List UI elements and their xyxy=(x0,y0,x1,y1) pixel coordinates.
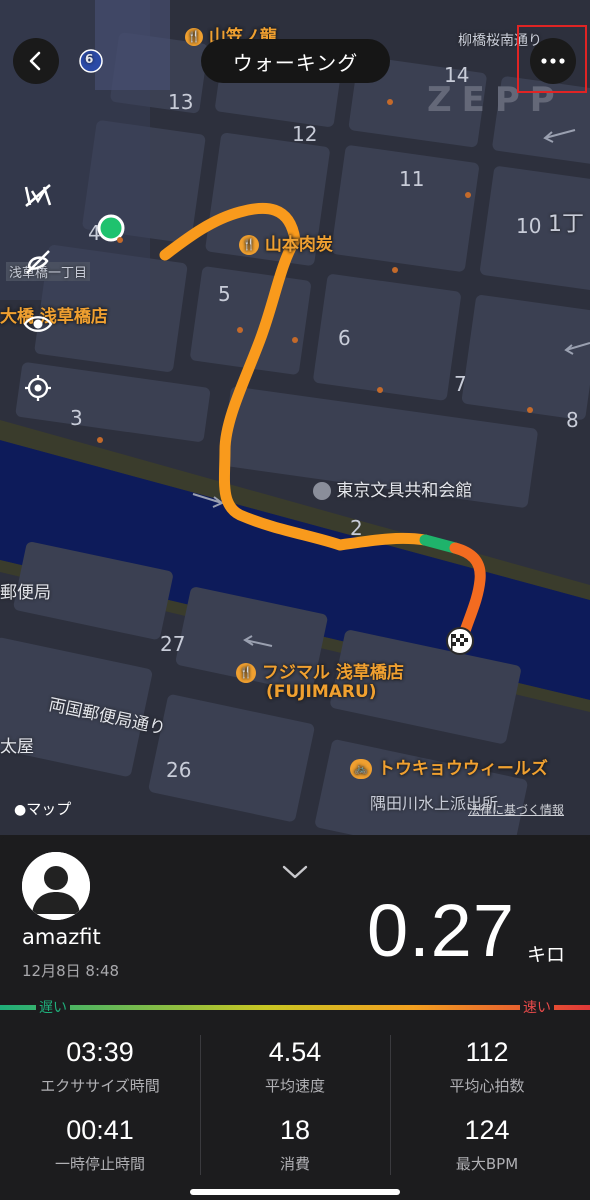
hide-route-icon xyxy=(26,250,50,274)
poi-label: フジマル 浅草橋店 xyxy=(261,663,404,683)
poi-label: 東京文具共和会館 xyxy=(336,481,473,501)
area-label: 1丁 xyxy=(548,212,584,237)
route-map[interactable]: 6 13 12 11 14 10 4 5 6 7 8 3 2 27 26 🍴 山… xyxy=(0,0,590,835)
poi-label: 山本肉炭 xyxy=(264,235,333,255)
stat-label: 最大BPM xyxy=(455,1155,519,1173)
stat-value: 18 xyxy=(279,1115,311,1145)
fast-label: 速い xyxy=(520,997,554,1017)
workout-datetime: 12月8日 8:48 xyxy=(22,962,120,980)
locate-icon xyxy=(25,375,51,401)
poi-taiya[interactable]: 太屋 xyxy=(0,732,34,757)
distance-value: 0.27 xyxy=(366,889,515,972)
locate-button[interactable] xyxy=(16,366,60,410)
bicycle-icon: 🚲 xyxy=(350,759,372,779)
stat-avg-speed: 4.54 平均速度 xyxy=(200,1037,390,1096)
map-style-off-icon xyxy=(24,184,52,207)
poi-post-office[interactable]: 郵便局 xyxy=(0,578,51,603)
stat-calories: 18 消費 xyxy=(200,1115,390,1174)
stat-value: 00:41 xyxy=(66,1115,134,1145)
poi-fujimaru-en: (FUJIMARU) xyxy=(266,682,377,702)
stat-max-bpm: 124 最大BPM xyxy=(392,1115,582,1174)
stat-avg-heart-rate: 112 平均心拍数 xyxy=(392,1037,582,1096)
poi-yakiniku[interactable]: 🍴 山本肉炭 xyxy=(239,230,333,255)
poi-tokyo-wheels[interactable]: 🚲 トウキョウウィールズ xyxy=(350,754,548,779)
block-number: 12 xyxy=(292,122,318,146)
route-visibility-toggle[interactable] xyxy=(16,240,60,284)
building-icon xyxy=(313,482,331,500)
block-number: 4 xyxy=(88,221,101,245)
block-number: 27 xyxy=(160,632,186,656)
poi-fujimaru[interactable]: 🍴 フジマル 浅草橋店 xyxy=(236,658,404,683)
divider xyxy=(390,1035,391,1175)
apple-maps-attribution: ●マップ xyxy=(14,798,71,819)
block-number: 8 xyxy=(566,408,579,432)
apple-maps-label: マップ xyxy=(26,800,72,818)
fork-knife-icon: 🍴 xyxy=(185,28,203,46)
stat-label: エクササイズ時間 xyxy=(40,1077,160,1095)
fork-knife-icon: 🍴 xyxy=(236,663,256,683)
avatar[interactable] xyxy=(22,852,90,920)
apple-logo-icon: ● xyxy=(14,802,27,818)
legal-info-link[interactable]: 法律に基づく情報 xyxy=(468,801,564,818)
username: amazfit xyxy=(22,925,101,949)
home-indicator[interactable] xyxy=(190,1189,400,1195)
chevron-down-icon xyxy=(282,865,308,879)
slow-label: 遅い xyxy=(36,997,70,1017)
block-number: 10 xyxy=(516,214,542,238)
stat-exercise-time: 03:39 エクササイズ時間 xyxy=(5,1037,195,1096)
stat-value: 112 xyxy=(465,1037,509,1067)
block-number: 7 xyxy=(454,372,467,396)
chevron-left-icon xyxy=(29,51,41,71)
distance-unit: キロ xyxy=(527,944,566,966)
block-number: 26 xyxy=(166,758,192,782)
collapse-button[interactable] xyxy=(281,864,309,884)
stat-pause-time: 00:41 一時停止時間 xyxy=(5,1115,195,1174)
stat-label: 一時停止時間 xyxy=(54,1155,145,1173)
block-number: 2 xyxy=(350,516,363,540)
map-style-toggle[interactable] xyxy=(16,173,60,217)
view-toggle[interactable] xyxy=(16,302,60,346)
stat-value: 4.54 xyxy=(268,1037,322,1067)
poi-stationery[interactable]: 東京文具共和会館 xyxy=(313,476,472,501)
highlight-box xyxy=(517,25,587,93)
speed-gradient-bar xyxy=(0,1005,590,1010)
stat-label: 平均速度 xyxy=(264,1077,325,1095)
workout-summary-panel: amazfit 12月8日 8:48 0.27 キロ 遅い 速い 03:39 エ… xyxy=(0,835,590,1200)
eye-icon xyxy=(23,316,53,332)
fork-knife-icon: 🍴 xyxy=(239,235,259,255)
block-number: 3 xyxy=(70,406,83,430)
stat-value: 03:39 xyxy=(66,1037,134,1067)
block-number: 11 xyxy=(399,167,425,191)
stat-label: 消費 xyxy=(279,1155,310,1173)
stat-label: 平均心拍数 xyxy=(449,1077,525,1095)
block-number: 13 xyxy=(168,90,194,114)
block-number: 5 xyxy=(218,282,231,306)
user-silhouette-icon xyxy=(22,852,90,920)
back-button[interactable] xyxy=(13,38,59,84)
poi-label: トウキョウウィールズ xyxy=(377,759,548,779)
route-badge-number: 6 xyxy=(85,52,94,66)
block-number: 6 xyxy=(338,326,351,350)
stat-value: 124 xyxy=(464,1115,510,1145)
activity-title: ウォーキング xyxy=(201,39,390,83)
